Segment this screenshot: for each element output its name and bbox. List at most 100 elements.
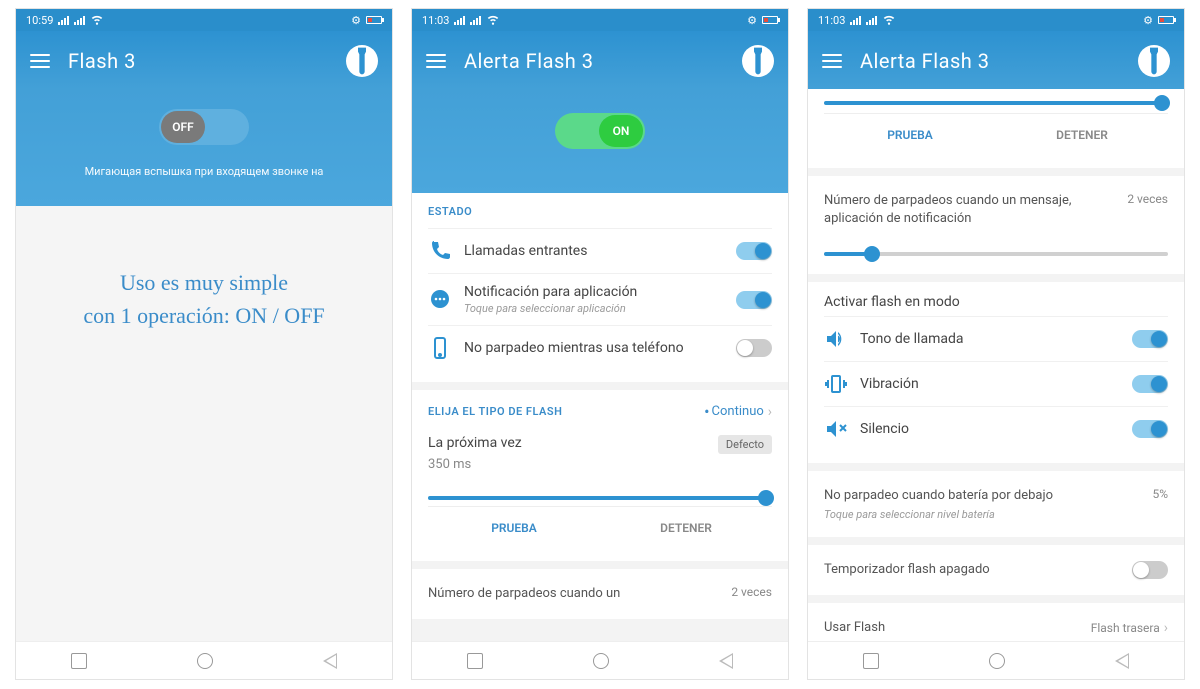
blink-count-value: 2 veces (731, 585, 772, 599)
battery-row-label: No parpadeo cuando batería por debajo (824, 487, 1053, 505)
timing-label: La próxima vez (428, 435, 522, 451)
settings-icon: ⚙ (351, 14, 361, 27)
timing-slider[interactable] (824, 101, 1168, 105)
tab-stop[interactable]: DETENER (996, 114, 1168, 156)
section-estado: ESTADO Llamadas entrantes Notificación p… (412, 193, 788, 382)
tab-test[interactable]: PRUEBA (824, 114, 996, 156)
header-title: Alerta Flash 3 (464, 49, 724, 73)
flashlight-button[interactable] (346, 45, 378, 77)
nav-recents[interactable] (467, 653, 483, 669)
nav-home[interactable] (197, 653, 213, 669)
nav-bar (16, 641, 392, 679)
switch-nophone[interactable] (736, 339, 772, 357)
tab-test[interactable]: PRUEBA (428, 507, 600, 549)
wifi-icon (90, 12, 104, 29)
blink-count-label: Número de parpadeos cuando un (428, 585, 620, 603)
default-badge: Defecto (718, 435, 772, 454)
status-time: 11:03 (422, 14, 449, 27)
nav-recents[interactable] (71, 653, 87, 669)
hero-subtitle: Мигающая вспышка при входящем звонке на (28, 165, 380, 178)
status-bar: 10:59 ⚙ (16, 9, 392, 31)
chat-icon (428, 288, 452, 312)
header-title: Flash 3 (68, 49, 328, 73)
phone-device-icon (428, 336, 452, 360)
row-incoming-calls[interactable]: Llamadas entrantes (428, 228, 772, 273)
signal-icon (850, 16, 861, 25)
nav-home[interactable] (989, 653, 1005, 669)
signal-icon-2 (470, 16, 481, 25)
signal-icon (454, 16, 465, 25)
menu-icon[interactable] (426, 54, 446, 68)
screen-3: 11:03 ⚙ Alerta Flash 3 PRUEBA DETENER (807, 8, 1185, 680)
menu-icon[interactable] (30, 54, 50, 68)
hero-area: OFF Мигающая вспышка при входящем звонке… (16, 89, 392, 206)
settings-icon: ⚙ (1143, 14, 1153, 27)
battery-icon (762, 16, 778, 24)
nav-bar (808, 641, 1184, 679)
sound-icon (824, 327, 848, 351)
nav-home[interactable] (593, 653, 609, 669)
battery-row-sub: Toque para seleccionar nivel batería (824, 508, 1053, 521)
settings-icon: ⚙ (747, 14, 757, 27)
wifi-icon (486, 12, 500, 29)
main-toggle[interactable]: OFF (159, 109, 249, 145)
section-flash-mode: Activar flash en modo Tono de llamada Vi… (808, 282, 1184, 463)
timing-value: 350 ms (428, 457, 522, 472)
main-toggle[interactable]: ON (555, 113, 645, 149)
switch-notification[interactable] (736, 291, 772, 309)
signal-icon-2 (74, 16, 85, 25)
menu-icon[interactable] (822, 54, 842, 68)
app-header: Alerta Flash 3 (412, 31, 788, 89)
battery-icon (366, 16, 382, 24)
switch-silent[interactable] (1132, 420, 1168, 438)
flashlight-button[interactable] (742, 45, 774, 77)
section-timer[interactable]: Temporizador flash apagado (808, 545, 1184, 595)
section-battery[interactable]: No parpadeo cuando batería por debajo To… (808, 471, 1184, 536)
switch-timer[interactable] (1132, 561, 1168, 579)
toggle-knob: ON (599, 115, 643, 147)
battery-row-value: 5% (1152, 487, 1168, 501)
battery-icon (1158, 16, 1174, 24)
signal-icon (58, 16, 69, 25)
phone-icon (428, 239, 452, 263)
hero-area: ON (412, 89, 788, 193)
switch-calls[interactable] (736, 242, 772, 260)
status-bar: 11:03 ⚙ (412, 9, 788, 31)
nav-back[interactable] (323, 653, 337, 669)
nav-recents[interactable] (863, 653, 879, 669)
section-label: ESTADO (428, 205, 772, 218)
flashlight-button[interactable] (1138, 45, 1170, 77)
flash-type-selector[interactable]: • Continuo › (704, 402, 772, 421)
vibrate-icon (824, 372, 848, 396)
toggle-knob: OFF (161, 111, 205, 143)
chevron-right-icon: › (1164, 620, 1168, 636)
nav-back[interactable] (1115, 653, 1129, 669)
row-app-notification[interactable]: Notificación para aplicación Toque para … (428, 273, 772, 325)
blink-count-slider[interactable] (824, 252, 1168, 256)
switch-vibrate[interactable] (1132, 375, 1168, 393)
switch-ring[interactable] (1132, 330, 1168, 348)
promo-text: Uso es muy simple con 1 operación: ON / … (16, 206, 392, 641)
section-flash-type: ELIJA EL TIPO DE FLASH • Continuo › La p… (412, 390, 788, 561)
screen-2: 11:03 ⚙ Alerta Flash 3 ON ESTADO (411, 8, 789, 680)
nav-back[interactable] (719, 653, 733, 669)
signal-icon-2 (866, 16, 877, 25)
row-no-blink-phone[interactable]: No parpadeo mientras usa teléfono (428, 325, 772, 370)
section-blink-count: Número de parpadeos cuando un mensaje, a… (808, 176, 1184, 274)
section-label: ELIJA EL TIPO DE FLASH (428, 405, 562, 418)
timing-slider[interactable] (428, 496, 772, 500)
row-mode-vibrate[interactable]: Vibración (824, 361, 1168, 406)
status-time: 10:59 (26, 14, 53, 27)
mute-icon (824, 417, 848, 441)
header-title: Alerta Flash 3 (860, 49, 1120, 73)
section-use-flash[interactable]: Usar Flash Flash trasera › (808, 603, 1184, 641)
app-header: Alerta Flash 3 (808, 31, 1184, 89)
use-flash-value: Flash trasera (1091, 621, 1160, 635)
tab-stop[interactable]: DETENER (600, 507, 772, 549)
status-time: 11:03 (818, 14, 845, 27)
row-mode-ring[interactable]: Tono de llamada (824, 316, 1168, 361)
timer-label: Temporizador flash apagado (824, 561, 990, 579)
app-header: Flash 3 (16, 31, 392, 89)
section-blink-count: Número de parpadeos cuando un 2 veces (412, 569, 788, 619)
row-mode-silent[interactable]: Silencio (824, 406, 1168, 451)
